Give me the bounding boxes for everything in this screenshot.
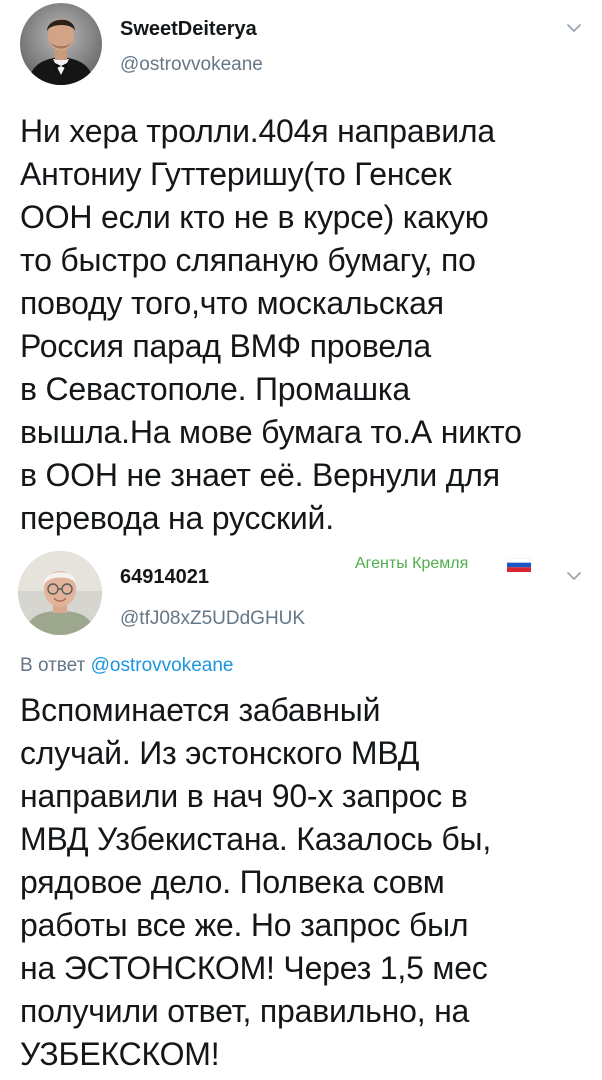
reply-prefix: В ответ	[20, 655, 86, 676]
tweet-line: рядовое дело. Полвека совм	[20, 864, 445, 900]
tweet-text: Вспоминается забавный случай. Из эстонск…	[20, 689, 590, 1076]
russian-flag-icon	[507, 558, 531, 572]
tweet-line: работы все же. Но запрос был	[20, 907, 469, 943]
chevron-down-icon[interactable]	[563, 565, 585, 587]
avatar[interactable]	[18, 551, 102, 635]
user-handle[interactable]: @tfJ08xZ5UDdGHUK	[120, 608, 305, 630]
tweet-line: ООН если кто не в курсе) какую	[20, 199, 489, 235]
avatar[interactable]	[20, 3, 102, 85]
reply-mention-link[interactable]: @ostrovvokeane	[91, 655, 234, 676]
tweet-line: Россия парад ВМФ провела	[20, 328, 431, 364]
chevron-down-icon[interactable]	[563, 17, 585, 39]
tweet-line: УЗБЕКСКОМ!	[20, 1036, 220, 1072]
tweet-line: МВД Узбекистана. Казалось бы,	[20, 821, 492, 857]
display-name[interactable]: SweetDeiterya	[120, 18, 257, 41]
tweet-line: Вспоминается забавный	[20, 692, 381, 728]
tweet-line: вышла.На мове бумага то.А никто	[20, 414, 522, 450]
tweet-line: Ни хера тролли.404я направила	[20, 113, 495, 149]
tweet-line: перевода на русский.	[20, 500, 334, 536]
tweet-line: на ЭСТОНСКОМ! Через 1,5 мес	[20, 950, 488, 986]
tweet-line: то быстро сляпаную бумагу, по	[20, 242, 476, 278]
tweet-line: случай. Из эстонского МВД	[20, 735, 420, 771]
tweet-line: в ООН не знает её. Вернули для	[20, 457, 500, 493]
user-handle[interactable]: @ostrovvokeane	[120, 54, 263, 76]
tweet-line: направили в нач 90-х запрос в	[20, 778, 468, 814]
tweet-text: Ни хера тролли.404я направила Антониу Гу…	[20, 110, 590, 540]
tweet-line: получили ответ, правильно, на	[20, 993, 470, 1029]
tweet-line: в Севастополе. Промашка	[20, 371, 410, 407]
tweet-line: поводу того,что москальская	[20, 285, 444, 321]
user-label-badge: Агенты Кремля	[355, 555, 469, 572]
tweet-line: Антониу Гуттеришу(то Генсек	[20, 156, 452, 192]
display-name[interactable]: 64914021	[120, 566, 209, 589]
tweet-reply: 64914021 @tfJ08xZ5UDdGHUK Агенты Кремля …	[0, 545, 602, 1080]
reply-context: В ответ @ostrovvokeane	[20, 655, 233, 677]
tweet-original: SweetDeiterya @ostrovvokeane Ни хера тро…	[0, 0, 602, 545]
